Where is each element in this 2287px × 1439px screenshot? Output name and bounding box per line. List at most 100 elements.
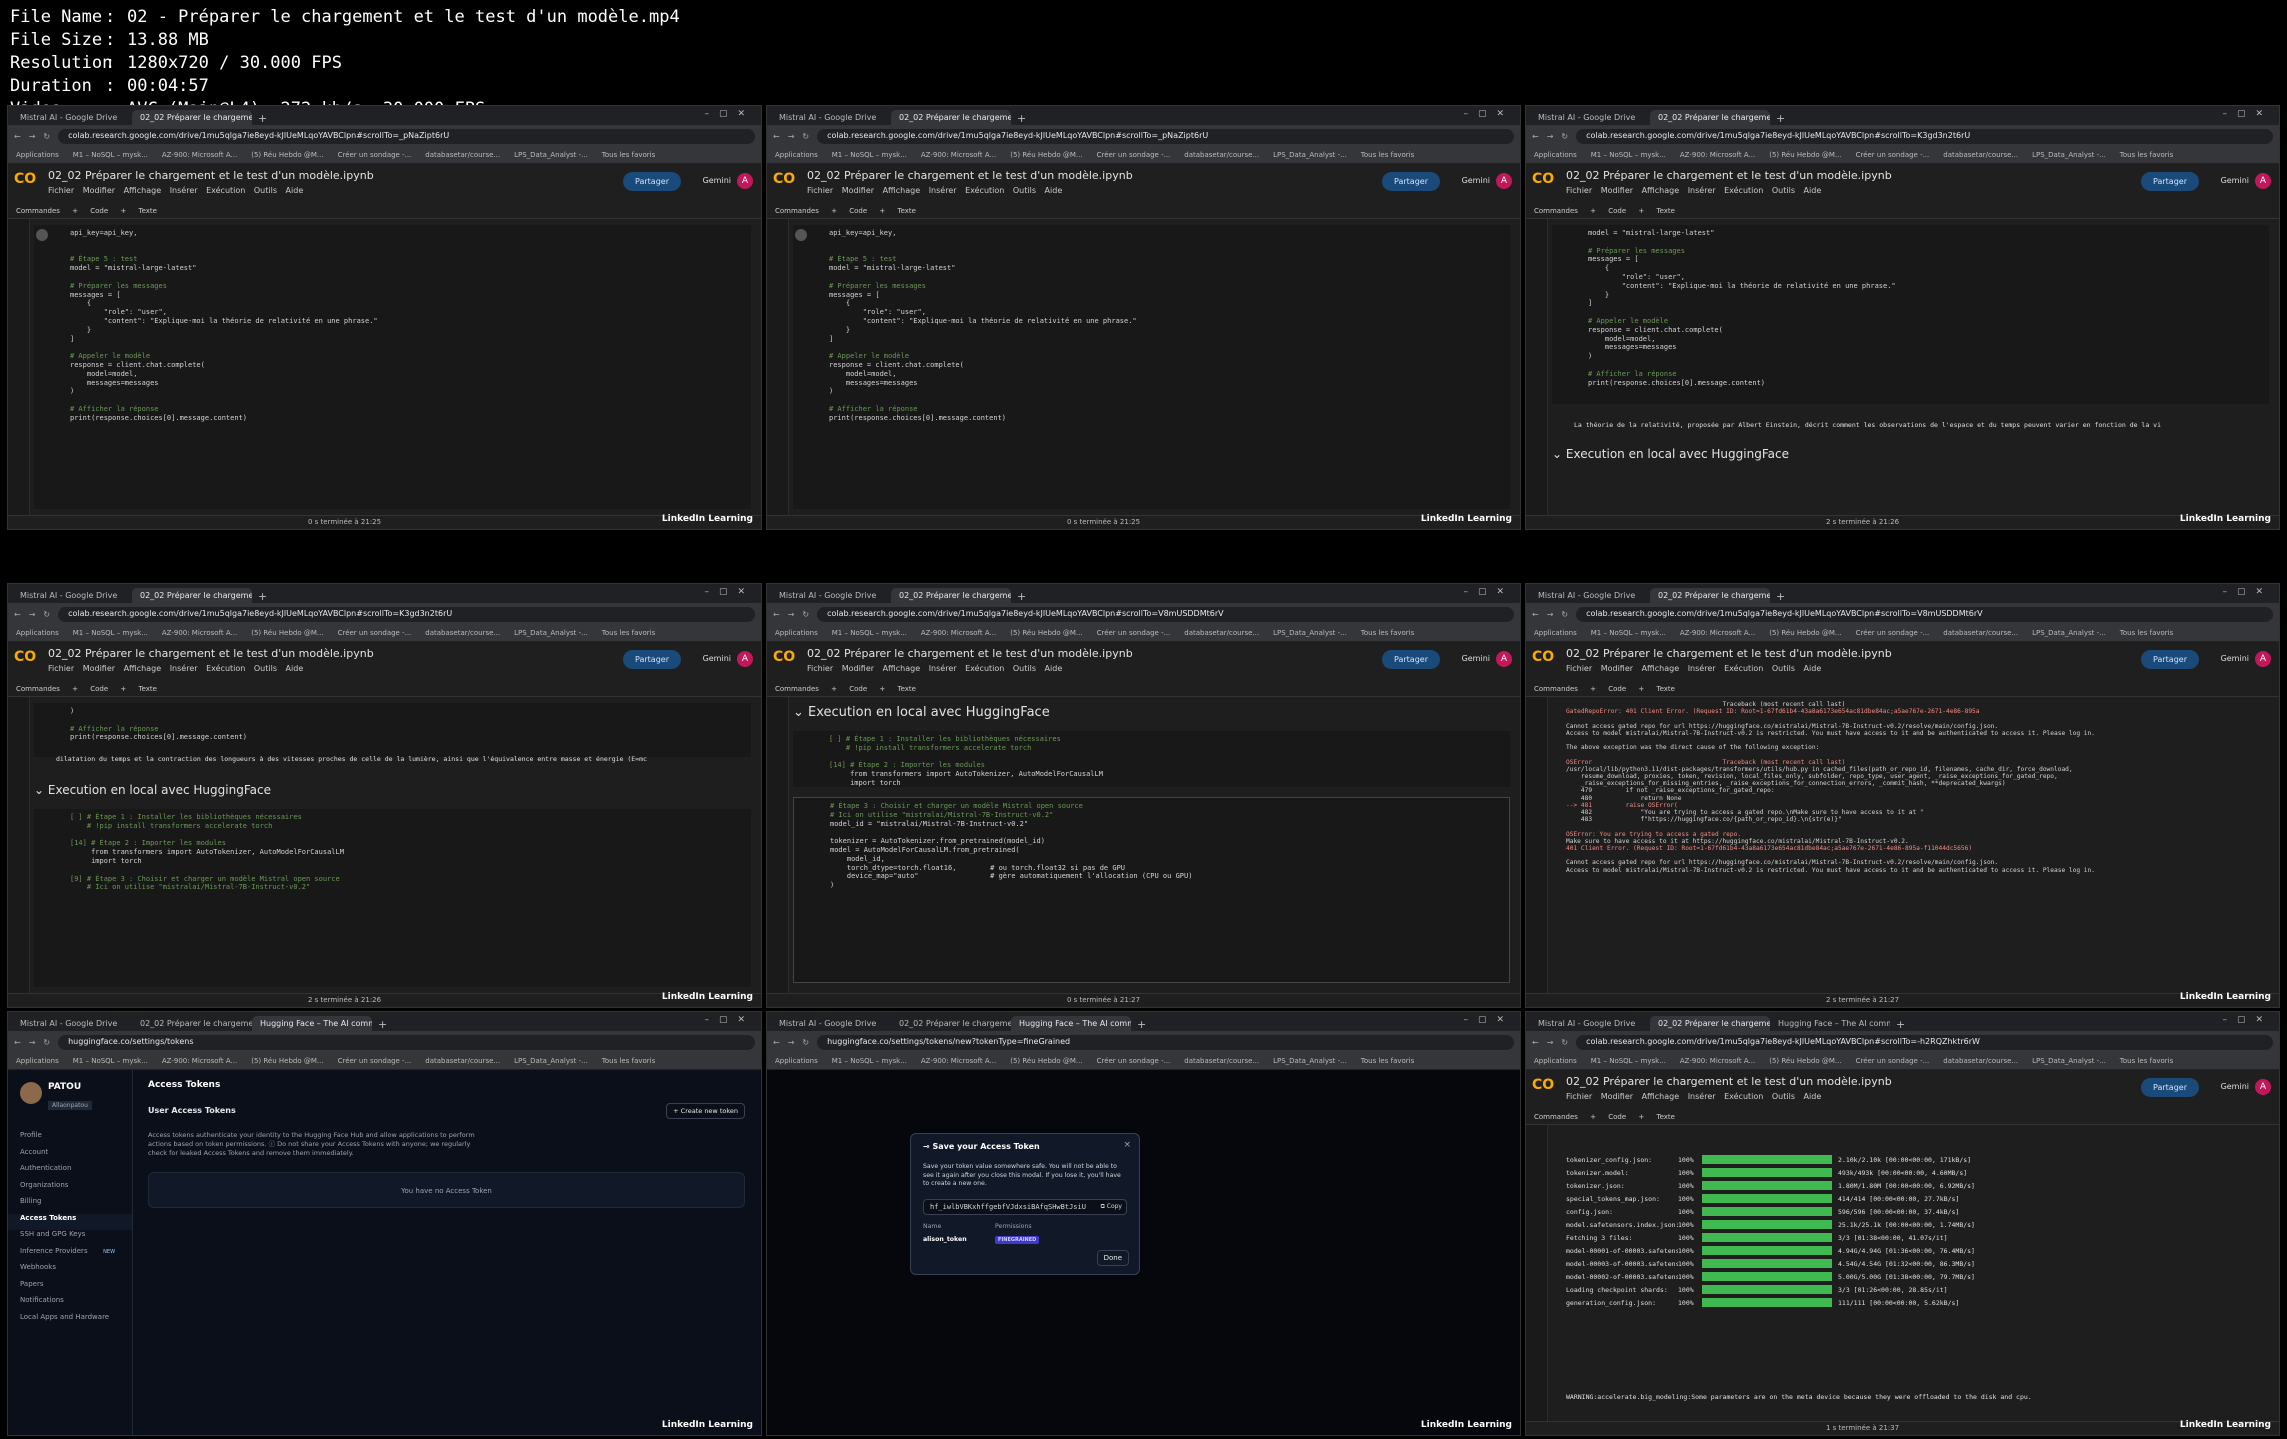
bookmark-item[interactable]: Tous les favoris xyxy=(2120,1057,2173,1065)
tab-hf[interactable]: Hugging Face – The AI commu xyxy=(1770,1016,1890,1031)
back-icon[interactable]: ← xyxy=(773,610,780,619)
url-field[interactable]: huggingface.co/settings/tokens/new?token… xyxy=(817,1034,1514,1050)
avatar[interactable]: A xyxy=(737,173,753,189)
bookmark-item[interactable]: LPS_Data_Analyst -... xyxy=(2032,1057,2106,1065)
colab-toolbar[interactable]: Commandes + Code + Texte xyxy=(767,204,1520,219)
forward-icon[interactable]: → xyxy=(29,610,36,619)
bookmark-item[interactable]: M1 – NoSQL – mysk... xyxy=(832,1057,907,1065)
reload-icon[interactable]: ↻ xyxy=(802,1038,809,1047)
done-button[interactable]: Done xyxy=(1096,1250,1129,1266)
share-button[interactable]: Partager xyxy=(623,650,681,669)
bookmark-item[interactable]: Applications xyxy=(775,1057,818,1065)
reload-icon[interactable]: ↻ xyxy=(1561,1038,1568,1047)
section-heading[interactable]: ⌄ Execution en local avec HuggingFace xyxy=(34,783,271,797)
bookmark-item[interactable]: LPS_Data_Analyst -... xyxy=(2032,151,2106,159)
tab-drive[interactable]: Mistral AI - Google Drive xyxy=(12,110,132,125)
bookmark-item[interactable]: databasetar/course... xyxy=(1943,629,2018,637)
window-controls[interactable]: –▢✕ xyxy=(1463,587,1514,597)
hf-nav-item[interactable]: Inference Providers NEW xyxy=(20,1247,120,1264)
reload-icon[interactable]: ↻ xyxy=(802,132,809,141)
bookmark-item[interactable]: Applications xyxy=(16,1057,59,1065)
window-controls[interactable]: –▢✕ xyxy=(704,109,755,119)
window-controls[interactable]: –▢✕ xyxy=(2222,587,2273,597)
window-controls[interactable]: –▢✕ xyxy=(1463,1015,1514,1025)
bookmark-item[interactable]: Créer un sondage -... xyxy=(1097,629,1171,637)
side-icons[interactable] xyxy=(1526,1125,1548,1435)
forward-icon[interactable]: → xyxy=(29,132,36,141)
hf-nav-item[interactable]: Authentication xyxy=(20,1164,120,1181)
bookmark-item[interactable]: M1 – NoSQL – mysk... xyxy=(832,151,907,159)
hf-code-cells[interactable]: [ ] # Étape 1 : Installer les bibliothèq… xyxy=(793,731,1510,787)
avatar[interactable] xyxy=(20,1082,42,1104)
gemini-button[interactable]: Gemini xyxy=(2221,654,2249,663)
tab-drive[interactable]: Mistral AI - Google Drive xyxy=(1530,110,1650,125)
forward-icon[interactable]: → xyxy=(788,132,795,141)
gemini-button[interactable]: Gemini xyxy=(703,176,731,185)
url-field[interactable]: colab.research.google.com/drive/1mu5qlga… xyxy=(1576,606,2273,622)
bookmark-item[interactable]: databasetar/course... xyxy=(1184,629,1259,637)
avatar[interactable]: A xyxy=(1496,651,1512,667)
bookmark-item[interactable]: Créer un sondage -... xyxy=(1097,151,1171,159)
share-button[interactable]: Partager xyxy=(1382,172,1440,191)
hf-nav-item[interactable]: Access Tokens xyxy=(8,1213,132,1230)
share-button[interactable]: Partager xyxy=(2141,1078,2199,1097)
bookmark-item[interactable]: (5) Réu Hebdo @M... xyxy=(1010,1057,1082,1065)
url-field[interactable]: colab.research.google.com/drive/1mu5qlga… xyxy=(817,128,1514,144)
back-icon[interactable]: ← xyxy=(773,1038,780,1047)
window-controls[interactable]: –▢✕ xyxy=(2222,1015,2273,1025)
tab-drive[interactable]: Mistral AI - Google Drive xyxy=(771,1016,891,1031)
menu-bar[interactable]: Fichier Modifier Affichage Insérer Exécu… xyxy=(48,186,303,195)
bookmark-item[interactable]: LPS_Data_Analyst -... xyxy=(2032,629,2106,637)
tab-colab[interactable]: 02_02 Préparer le chargement xyxy=(132,588,252,603)
bookmark-item[interactable]: (5) Réu Hebdo @M... xyxy=(1010,151,1082,159)
create-token-button[interactable]: + Create new token xyxy=(666,1103,745,1119)
notebook-title[interactable]: 02_02 Préparer le chargement et le test … xyxy=(1566,169,1892,182)
bookmark-item[interactable]: AZ-900: Microsoft A... xyxy=(921,1057,996,1065)
new-tab-button[interactable]: + xyxy=(1890,1018,1911,1031)
share-button[interactable]: Partager xyxy=(2141,172,2199,191)
bookmark-item[interactable]: (5) Réu Hebdo @M... xyxy=(1010,629,1082,637)
bookmark-item[interactable]: Créer un sondage -... xyxy=(338,629,412,637)
tab-colab[interactable]: 02_02 Préparer le chargement xyxy=(1650,1016,1770,1031)
bookmark-item[interactable]: LPS_Data_Analyst -... xyxy=(514,1057,588,1065)
new-tab-button[interactable]: + xyxy=(1011,112,1032,125)
notebook-title[interactable]: 02_02 Préparer le chargement et le test … xyxy=(48,169,374,182)
share-button[interactable]: Partager xyxy=(2141,650,2199,669)
colab-toolbar[interactable]: Commandes + Code + Texte xyxy=(1526,204,2279,219)
bookmark-item[interactable]: Créer un sondage -... xyxy=(1856,151,1930,159)
code-cell[interactable]: ) # Afficher la réponse print(response.ch… xyxy=(34,703,751,757)
bookmark-item[interactable]: LPS_Data_Analyst -... xyxy=(514,629,588,637)
forward-icon[interactable]: → xyxy=(1547,132,1554,141)
bookmark-item[interactable]: Tous les favoris xyxy=(602,151,655,159)
notebook-title[interactable]: 02_02 Préparer le chargement et le test … xyxy=(1566,1075,1892,1088)
new-tab-button[interactable]: + xyxy=(252,112,273,125)
bookmark-item[interactable]: AZ-900: Microsoft A... xyxy=(162,1057,237,1065)
bookmark-item[interactable]: databasetar/course... xyxy=(425,629,500,637)
bookmark-item[interactable]: AZ-900: Microsoft A... xyxy=(1680,629,1755,637)
menu-bar[interactable]: Fichier Modifier Affichage Insérer Exécu… xyxy=(48,664,303,673)
bookmark-item[interactable]: (5) Réu Hebdo @M... xyxy=(251,629,323,637)
colab-toolbar[interactable]: Commandes + Code + Texte xyxy=(8,204,761,219)
bookmark-item[interactable]: M1 – NoSQL – mysk... xyxy=(1591,1057,1666,1065)
gemini-button[interactable]: Gemini xyxy=(1462,654,1490,663)
bookmark-item[interactable]: Tous les favoris xyxy=(1361,151,1414,159)
new-tab-button[interactable]: + xyxy=(252,590,273,603)
run-cell-button[interactable] xyxy=(36,229,48,241)
reload-icon[interactable]: ↻ xyxy=(802,610,809,619)
tab-drive[interactable]: Mistral AI - Google Drive xyxy=(12,588,132,603)
bookmark-item[interactable]: (5) Réu Hebdo @M... xyxy=(251,1057,323,1065)
tab-colab[interactable]: 02_02 Préparer le chargement xyxy=(891,588,1011,603)
back-icon[interactable]: ← xyxy=(1532,1038,1539,1047)
colab-toolbar[interactable]: Commandes + Code + Texte xyxy=(8,682,761,697)
tab-colab[interactable]: 02_02 Préparer le chargement xyxy=(132,110,252,125)
bookmark-item[interactable]: Tous les favoris xyxy=(602,1057,655,1065)
bookmark-item[interactable]: Applications xyxy=(1534,1057,1577,1065)
tab-hf[interactable]: Hugging Face – The AI commu xyxy=(1011,1016,1131,1031)
bookmark-item[interactable]: Créer un sondage -... xyxy=(338,1057,412,1065)
hf-nav-item[interactable]: Billing xyxy=(20,1197,120,1214)
url-field[interactable]: colab.research.google.com/drive/1mu5qlga… xyxy=(1576,128,2273,144)
side-icons[interactable] xyxy=(767,697,789,1007)
tab-colab[interactable]: 02_02 Préparer le chargement xyxy=(891,1016,1011,1031)
bookmark-item[interactable]: M1 – NoSQL – mysk... xyxy=(73,151,148,159)
back-icon[interactable]: ← xyxy=(1532,610,1539,619)
